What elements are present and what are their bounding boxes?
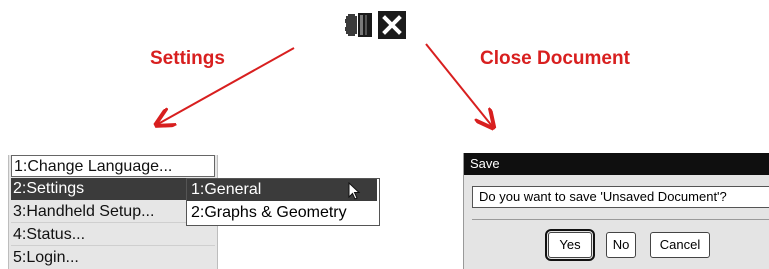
menu-item-settings[interactable]: 2:Settings <box>11 178 215 200</box>
settings-callout-label: Settings <box>150 48 225 69</box>
yes-button[interactable]: Yes <box>545 229 595 261</box>
menu-item-handheld-setup[interactable]: 3:Handheld Setup... <box>11 201 215 223</box>
submenu-item-graphs-geometry[interactable]: 2:Graphs & Geometry <box>187 202 377 224</box>
menu-item-login[interactable]: 5:Login... <box>11 247 215 269</box>
close-icon[interactable] <box>377 10 407 40</box>
menu-item-change-language[interactable]: 1:Change Language... <box>11 155 215 177</box>
mouse-pointer-icon <box>348 181 364 202</box>
save-dialog: Save Do you want to save 'Unsaved Docume… <box>463 153 769 269</box>
menu-item-status[interactable]: 4:Status... <box>11 224 215 246</box>
settings-icon[interactable] <box>345 10 375 40</box>
no-button[interactable]: No <box>606 232 636 258</box>
close-document-callout-label: Close Document <box>480 48 630 69</box>
cancel-button[interactable]: Cancel <box>650 232 710 258</box>
dialog-title: Save <box>464 153 769 175</box>
dialog-question: Do you want to save 'Unsaved Document'? <box>472 186 769 208</box>
dialog-divider <box>472 219 769 220</box>
